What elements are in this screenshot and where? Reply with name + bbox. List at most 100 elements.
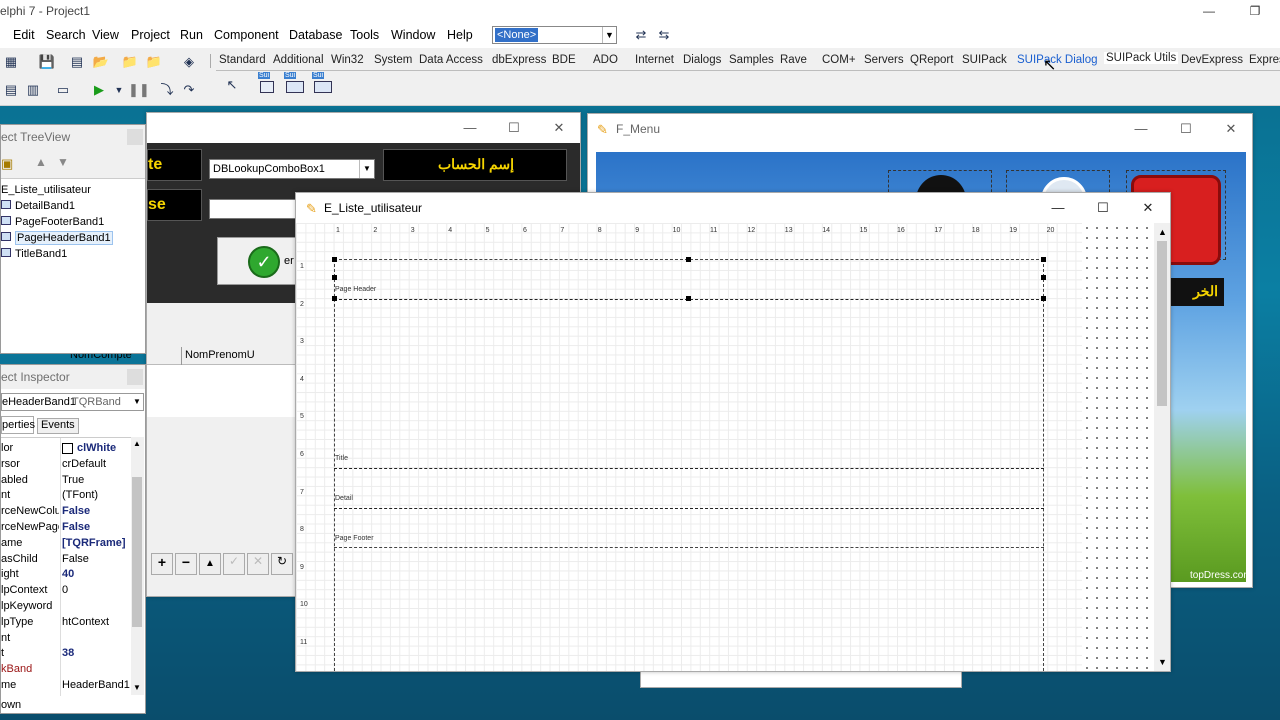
tab-devexpress[interactable]: DevExpress (1181, 54, 1243, 66)
step-over-icon[interactable]: ↷ (180, 82, 198, 98)
property-row[interactable]: lpType htContext (1, 615, 143, 631)
tab-system[interactable]: System (374, 54, 412, 66)
property-row[interactable]: ame [TQRFrame] (1, 536, 143, 552)
add-file-icon[interactable]: 📁 (121, 54, 139, 70)
tab-properties[interactable]: perties (1, 416, 35, 434)
property-value[interactable]: HeaderBand1 (62, 679, 130, 691)
help-icon[interactable]: ◈ (180, 54, 198, 70)
property-value[interactable]: crDefault (62, 458, 106, 470)
property-row[interactable]: abled True (1, 473, 143, 489)
band-detail[interactable]: Detail (334, 493, 1044, 509)
folder-icon[interactable]: ▣ (1, 156, 13, 172)
post-icon[interactable]: ✓ (223, 553, 245, 575)
ok-button[interactable]: ✓ er (217, 237, 307, 285)
tab-internet[interactable]: Internet (635, 54, 674, 66)
tab-standard[interactable]: Standard (219, 54, 266, 66)
chevron-down-icon[interactable]: ▼ (602, 27, 616, 43)
property-value[interactable]: htContext (62, 616, 109, 628)
property-value[interactable]: 40 (62, 568, 74, 580)
tree-item-pageheader[interactable]: PageHeaderBand1 (1, 231, 113, 245)
tab-dbexpress[interactable]: dbExpress (492, 54, 546, 66)
lookup-combo[interactable]: DBLookupComboBox1 ▼ (209, 159, 375, 179)
open-project-icon[interactable]: 📂 (92, 54, 110, 70)
arrow-up-icon[interactable]: ▲ (35, 155, 47, 169)
restore-button[interactable]: ❐ (1232, 0, 1278, 22)
fmenu-close-button[interactable]: ✕ (1208, 114, 1254, 144)
tree-root[interactable]: E_Liste_utilisateur (1, 184, 91, 196)
tab-suipack-dialog[interactable]: SUIPack Dialog (1017, 54, 1098, 66)
delete-icon[interactable]: − (175, 553, 197, 575)
property-row[interactable]: t 38 (1, 646, 143, 662)
property-row[interactable]: asChild False (1, 552, 143, 568)
tab-additional[interactable]: Additional (273, 54, 324, 66)
tree-item-detailband[interactable]: DetailBand1 (1, 200, 75, 212)
tab-suipack[interactable]: SUIPack (962, 54, 1007, 66)
scroll-thumb[interactable] (1157, 241, 1167, 406)
property-row[interactable]: ight 40 (1, 567, 143, 583)
report-canvas[interactable]: Page Header Title Detail Page Footer 123… (296, 223, 1154, 671)
chevron-down-icon[interactable]: ▼ (131, 394, 143, 410)
report-maximize-button[interactable]: ☐ (1080, 193, 1126, 223)
property-value[interactable]: 38 (62, 647, 74, 659)
selection-handle[interactable] (1041, 296, 1046, 301)
scroll-down-icon[interactable]: ▼ (1158, 657, 1167, 667)
property-row[interactable]: nt (TFont) (1, 488, 143, 504)
minimize-button[interactable]: — (1186, 0, 1232, 22)
pause-icon[interactable]: ❚❚ (128, 82, 150, 98)
arrow-down-icon[interactable]: ▼ (57, 155, 69, 169)
property-value[interactable]: clWhite (77, 442, 116, 454)
sui-component-3[interactable]: Sui (312, 72, 334, 96)
fmenu-maximize-button[interactable]: ☐ (1163, 114, 1209, 144)
selection-handle[interactable] (332, 257, 337, 262)
tab-dialogs[interactable]: Dialogs (683, 54, 721, 66)
login-close-button[interactable]: ✕ (536, 113, 582, 143)
remove-file-icon[interactable]: 📁 (145, 54, 163, 70)
close-icon[interactable] (127, 369, 143, 385)
tab-events[interactable]: Events (37, 418, 79, 434)
menu-run[interactable]: Run (180, 28, 203, 42)
property-row[interactable]: kBand (1, 662, 143, 678)
band-page-header[interactable]: Page Header (334, 259, 1044, 299)
tab-suipack-utils[interactable]: SUIPack Utils (1104, 52, 1179, 64)
trace-into-icon[interactable]: ⤵ (158, 82, 176, 98)
menu-database[interactable]: Database (289, 28, 343, 42)
new-items-icon[interactable]: ▦ (2, 54, 20, 70)
view-unit2-icon[interactable]: ▤ (2, 82, 20, 98)
tab-samples[interactable]: Samples (729, 54, 774, 66)
menu-tools[interactable]: Tools (350, 28, 379, 42)
property-row[interactable]: lpContext 0 (1, 583, 143, 599)
property-value[interactable]: True (62, 474, 84, 486)
login-maximize-button[interactable]: ☐ (491, 113, 537, 143)
view-unit-icon[interactable]: ⇄ (632, 27, 650, 43)
property-row[interactable]: lor clWhite (1, 441, 143, 457)
scroll-up-icon[interactable]: ▲ (1158, 227, 1167, 237)
menu-search[interactable]: Search (46, 28, 86, 42)
selection-handle[interactable] (686, 257, 691, 262)
report-minimize-button[interactable]: — (1035, 193, 1081, 223)
property-value[interactable]: (TFont) (62, 489, 98, 501)
close-icon[interactable] (127, 129, 143, 145)
cancel-icon[interactable]: ✕ (247, 553, 269, 575)
tab-data-access[interactable]: Data Access (419, 54, 483, 66)
run-icon[interactable]: ▶ (90, 82, 108, 98)
tab-qreport[interactable]: QReport (910, 54, 953, 66)
selection-handle[interactable] (332, 296, 337, 301)
selection-handle[interactable] (332, 275, 337, 280)
tab-servers[interactable]: Servers (864, 54, 904, 66)
tab-complus[interactable]: COM+ (822, 54, 856, 66)
insert-icon[interactable]: + (151, 553, 173, 575)
property-value[interactable]: [TQRFrame] (62, 537, 126, 549)
report-scrollbar[interactable]: ▲ ▼ (1154, 223, 1170, 671)
toggle-form-icon[interactable]: ⇆ (655, 27, 673, 43)
sui-component-1[interactable]: Sui (258, 72, 276, 96)
refresh-icon[interactable]: ↻ (271, 553, 293, 575)
property-row[interactable]: me HeaderBand1 (1, 678, 143, 694)
report-close-button[interactable]: ✕ (1125, 193, 1171, 223)
menu-help[interactable]: Help (447, 28, 473, 42)
login-minimize-button[interactable]: — (447, 113, 493, 143)
tab-rave[interactable]: Rave (780, 54, 807, 66)
menu-project[interactable]: Project (131, 28, 170, 42)
menu-view[interactable]: View (92, 28, 119, 42)
pointer-icon[interactable]: ↖ (223, 77, 241, 93)
selection-handle[interactable] (686, 296, 691, 301)
